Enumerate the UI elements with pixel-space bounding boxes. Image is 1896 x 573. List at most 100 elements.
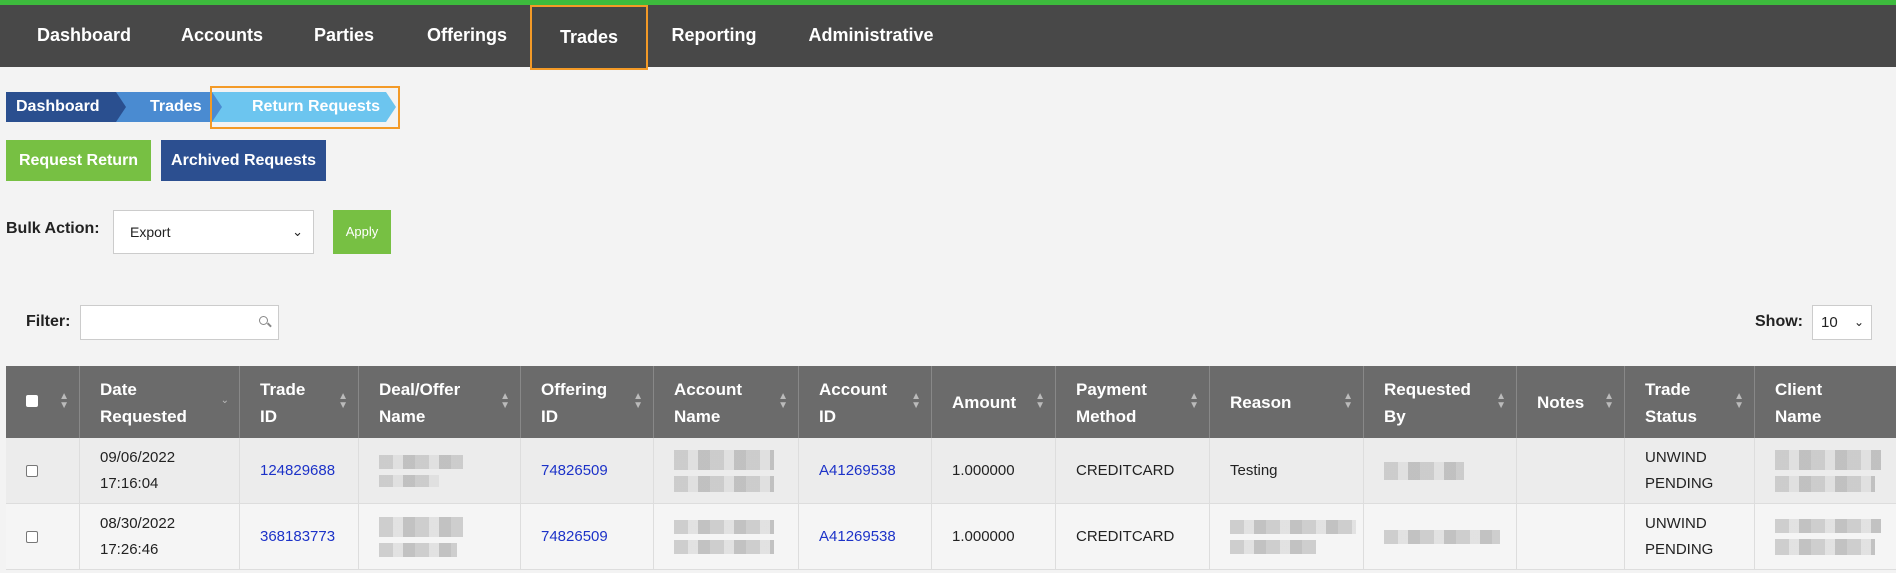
header-notes[interactable]: Notes ▲ ▼ xyxy=(1517,366,1625,438)
sort-icon[interactable]: ▲ ▼ xyxy=(911,392,921,411)
date-text: 08/30/2022 xyxy=(100,515,176,532)
status-text: PENDING xyxy=(1645,541,1714,558)
select-all-checkbox[interactable] xyxy=(26,395,38,407)
bulk-action-select[interactable]: Export ⌄ xyxy=(113,210,314,254)
status-text: UNWIND xyxy=(1645,449,1707,466)
header-reason[interactable]: Reason ▲ ▼ xyxy=(1210,366,1364,438)
header-label: Name xyxy=(1775,407,1822,426)
sort-icon[interactable]: ▲ ▼ xyxy=(1343,392,1353,411)
nav-dashboard[interactable]: Dashboard xyxy=(20,5,148,67)
header-label: Date xyxy=(100,380,137,399)
sort-desc-icon[interactable]: ⌄ xyxy=(221,396,229,406)
nav-trades[interactable]: Trades xyxy=(530,5,648,70)
offering-id-link[interactable]: 74826509 xyxy=(521,438,654,504)
payment-method-cell: CREDITCARD xyxy=(1056,504,1210,570)
header-amount[interactable]: Amount ▲ ▼ xyxy=(932,366,1056,438)
filter-input[interactable] xyxy=(80,305,279,340)
offering-id-link[interactable]: 74826509 xyxy=(521,504,654,570)
payment-method-cell: CREDITCARD xyxy=(1056,438,1210,504)
bulk-action-value: Export xyxy=(130,224,171,240)
header-label: Client xyxy=(1775,380,1823,399)
sort-icon[interactable]: ▲ ▼ xyxy=(59,392,69,411)
time-text: 17:16:04 xyxy=(100,475,159,492)
header-client-name[interactable]: Client Name xyxy=(1755,366,1896,438)
trade-status-cell: UNWIND PENDING xyxy=(1625,504,1755,570)
header-offering-id[interactable]: Offering ID ▲ ▼ xyxy=(521,366,654,438)
top-nav: Dashboard Accounts Parties Offerings Tra… xyxy=(0,0,1896,70)
show-label: Show: xyxy=(1755,313,1803,330)
sort-icon[interactable]: ▲ ▼ xyxy=(1189,392,1199,411)
table-header: ▲ ▼ Date Requested ⌄ Trade ID ▲ ▼ Deal/Off… xyxy=(6,366,1896,438)
time-text: 17:26:46 xyxy=(100,541,159,558)
trade-status-cell: UNWIND PENDING xyxy=(1625,438,1755,504)
search-icon xyxy=(259,316,268,325)
header-trade-id[interactable]: Trade ID ▲ ▼ xyxy=(240,366,359,438)
row-select-cell xyxy=(6,438,80,504)
header-label: Requested xyxy=(100,407,187,426)
trade-id-link[interactable]: 368183773 xyxy=(240,504,359,570)
sort-icon[interactable]: ▲ ▼ xyxy=(633,392,643,411)
amount-cell: 1.000000 xyxy=(932,504,1056,570)
sort-icon[interactable]: ▲ ▼ xyxy=(1035,392,1045,411)
trade-id-link[interactable]: 124829688 xyxy=(240,438,359,504)
deal-offer-name-cell xyxy=(359,504,521,570)
nav-parties[interactable]: Parties xyxy=(296,5,392,67)
row-select-cell xyxy=(6,504,80,570)
apply-button[interactable]: Apply xyxy=(333,210,391,254)
account-id-link[interactable]: A41269538 xyxy=(799,504,932,570)
header-requested-by[interactable]: Requested By ▲ ▼ xyxy=(1364,366,1517,438)
account-id-link[interactable]: A41269538 xyxy=(799,438,932,504)
sort-icon[interactable]: ▲ ▼ xyxy=(1496,392,1506,411)
requested-by-cell xyxy=(1364,438,1517,504)
client-name-cell xyxy=(1755,438,1896,504)
row-checkbox[interactable] xyxy=(26,531,38,543)
sort-icon[interactable]: ▲ ▼ xyxy=(1604,392,1614,411)
date-requested-cell: 08/30/2022 17:26:46 xyxy=(80,504,240,570)
nav-administrative[interactable]: Administrative xyxy=(800,5,942,67)
header-date-requested[interactable]: Date Requested ⌄ xyxy=(80,366,240,438)
request-return-button[interactable]: Request Return xyxy=(6,140,151,181)
header-trade-status[interactable]: Trade Status ▲ ▼ xyxy=(1625,366,1755,438)
sort-icon[interactable]: ▲ ▼ xyxy=(778,392,788,411)
reason-cell xyxy=(1210,504,1364,570)
table-row: 09/06/2022 17:16:04 124829688 74826509 A4… xyxy=(6,438,1896,504)
date-text: 09/06/2022 xyxy=(100,449,176,466)
sort-icon[interactable]: ▲ ▼ xyxy=(338,392,348,411)
archived-requests-button[interactable]: Archived Requests xyxy=(161,140,326,181)
header-account-id[interactable]: Account ID ▲ ▼ xyxy=(799,366,932,438)
breadcrumb-trades[interactable]: Trades xyxy=(112,92,222,122)
account-name-cell xyxy=(654,504,799,570)
reason-cell: Testing xyxy=(1210,438,1364,504)
header-label: Name xyxy=(379,407,426,426)
sort-icon[interactable]: ▲ ▼ xyxy=(1734,392,1744,411)
header-select-all: ▲ ▼ xyxy=(6,366,80,438)
requested-by-cell xyxy=(1364,504,1517,570)
notes-cell xyxy=(1517,438,1625,504)
deal-offer-name-cell xyxy=(359,438,521,504)
header-label: Deal/Offer xyxy=(379,380,461,399)
table-row: 08/30/2022 17:26:46 368183773 74826509 A4… xyxy=(6,504,1896,570)
breadcrumb-dashboard[interactable]: Dashboard xyxy=(6,92,126,122)
chevron-down-icon: ⌄ xyxy=(292,224,303,239)
account-name-cell xyxy=(654,438,799,504)
notes-cell xyxy=(1517,504,1625,570)
header-deal-offer-name[interactable]: Deal/Offer Name ▲ ▼ xyxy=(359,366,521,438)
page-size-value: 10 xyxy=(1821,314,1838,331)
filter-label: Filter: xyxy=(26,313,71,330)
page-size-select[interactable]: 10 ⌄ xyxy=(1812,305,1872,340)
row-checkbox[interactable] xyxy=(26,465,38,477)
sort-icon[interactable]: ▲ ▼ xyxy=(500,392,510,411)
status-text: PENDING xyxy=(1645,475,1714,492)
nav-offerings[interactable]: Offerings xyxy=(402,5,532,67)
date-requested-cell: 09/06/2022 17:16:04 xyxy=(80,438,240,504)
amount-cell: 1.000000 xyxy=(932,438,1056,504)
status-text: UNWIND xyxy=(1645,515,1707,532)
chevron-down-icon: ⌄ xyxy=(1853,315,1864,329)
header-account-name[interactable]: Account Name ▲ ▼ xyxy=(654,366,799,438)
nav-reporting[interactable]: Reporting xyxy=(658,5,770,67)
header-payment-method[interactable]: Payment Method ▲ ▼ xyxy=(1056,366,1210,438)
bulk-action-label: Bulk Action: xyxy=(6,220,100,237)
breadcrumb-highlight xyxy=(210,86,400,129)
client-name-cell xyxy=(1755,504,1896,570)
nav-accounts[interactable]: Accounts xyxy=(158,5,286,67)
